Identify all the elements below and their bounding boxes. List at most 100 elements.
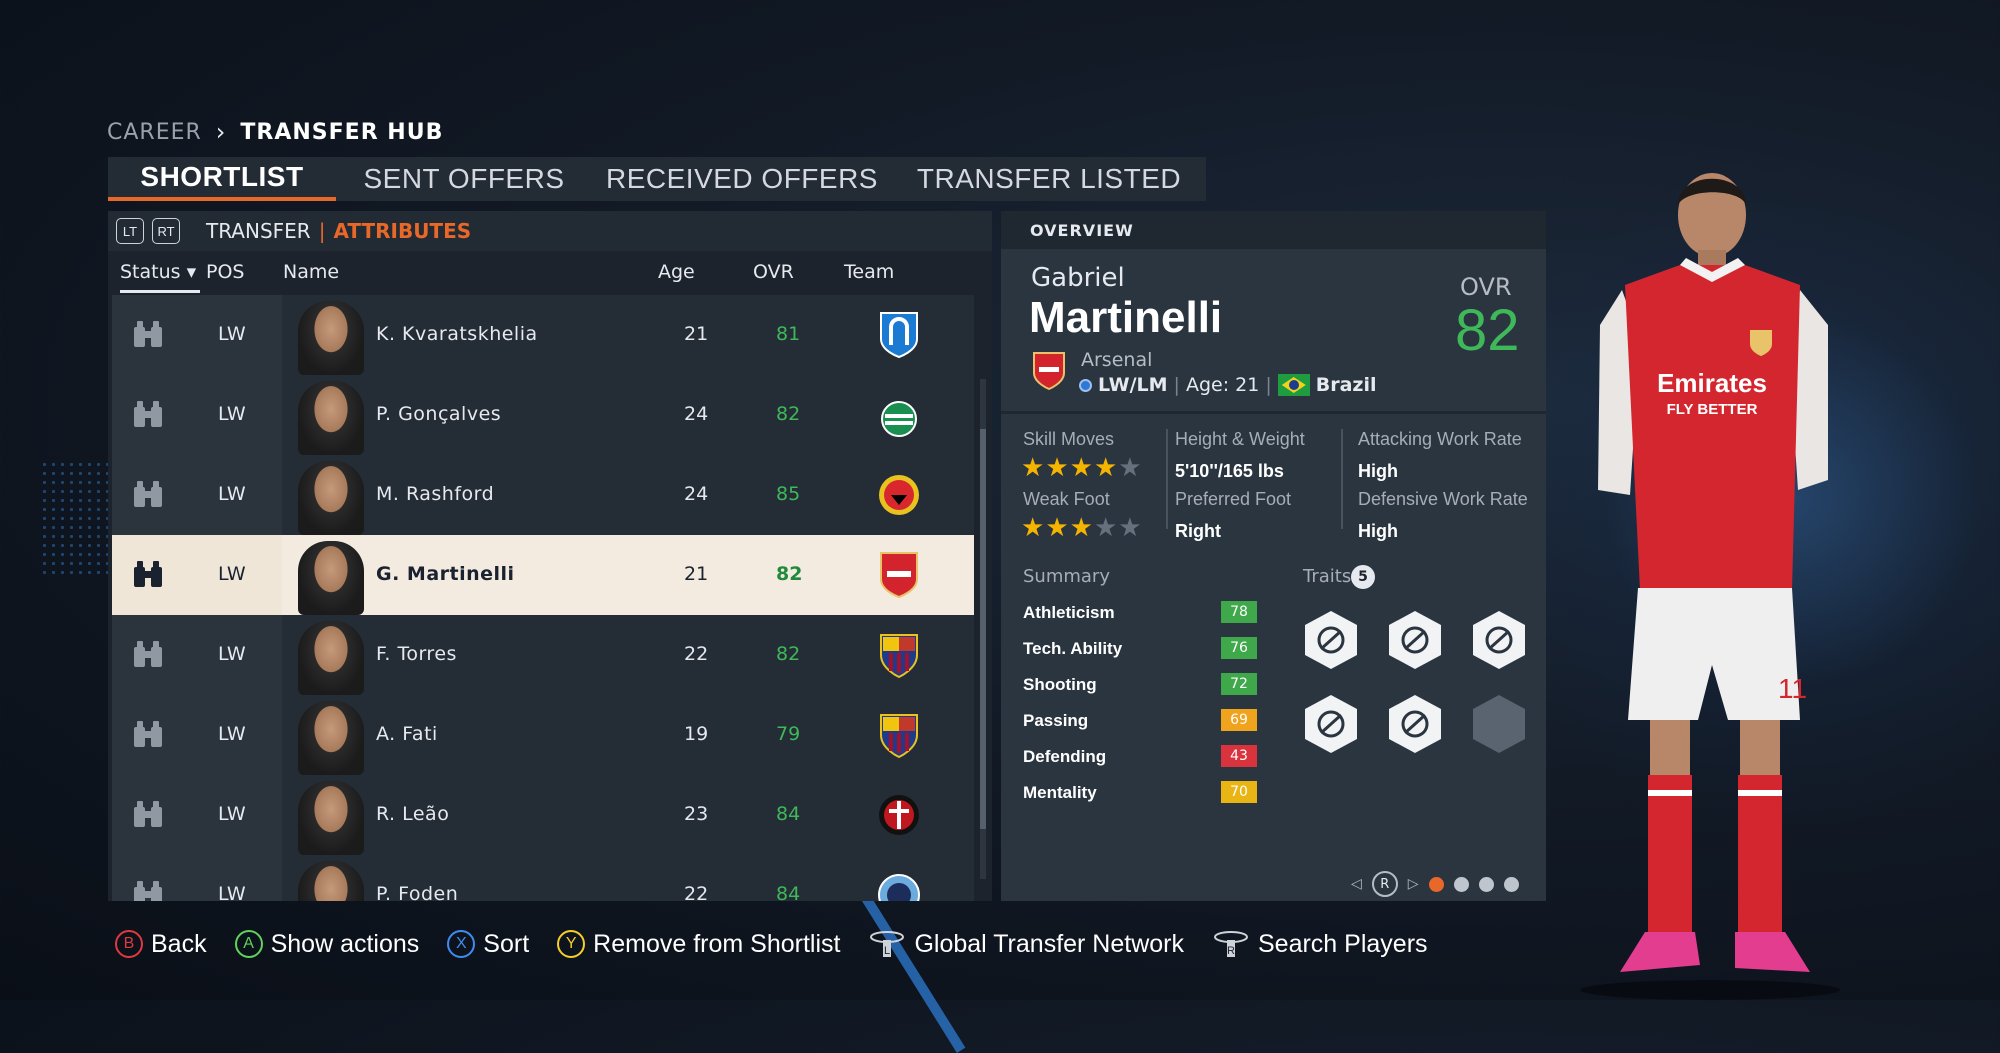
speed-dribbler-trait-icon[interactable] <box>1471 609 1527 671</box>
column-pos[interactable]: POS <box>206 261 244 283</box>
player-age: 24 <box>684 403 709 425</box>
player-name: M. Rashford <box>376 483 495 505</box>
pager-left-icon[interactable]: ◁ <box>1351 876 1362 892</box>
weak-foot-stars: ★★★★★ <box>1021 513 1143 543</box>
empty-trait-slot-icon[interactable] <box>1471 693 1527 755</box>
player-name: K. Kvaratskhelia <box>376 323 538 345</box>
view-divider: | <box>318 219 326 243</box>
column-age[interactable]: Age <box>658 261 695 283</box>
flair-trait-icon[interactable] <box>1387 609 1443 671</box>
rt-trigger-icon[interactable]: RT <box>152 218 180 244</box>
finesse-shot-trait-icon[interactable] <box>1303 609 1359 671</box>
tab-shortlist[interactable]: SHORTLIST <box>108 157 336 201</box>
attr-divider <box>1166 429 1168 529</box>
player-row[interactable]: LW F. Torres 22 82 <box>112 615 974 695</box>
player-row[interactable]: LW K. Kvaratskhelia 21 81 <box>112 295 974 375</box>
list-scrollbar[interactable] <box>980 379 986 879</box>
meta-divider: | <box>1173 374 1180 396</box>
right-stick-letter: R <box>1227 945 1235 957</box>
player-avatar <box>298 861 364 901</box>
player-row[interactable]: LW P. Foden 22 84 <box>112 855 974 901</box>
scrollbar-thumb[interactable] <box>980 429 986 829</box>
left-stick-letter: L <box>884 945 890 957</box>
column-team[interactable]: Team <box>844 261 894 283</box>
player-row[interactable]: LW A. Fati 19 79 <box>112 695 974 775</box>
b-button-icon: B <box>115 930 143 958</box>
attr-divider <box>1341 429 1343 529</box>
stat-name: Shooting <box>1023 675 1097 694</box>
team-crest-icon <box>877 871 921 901</box>
player-avatar <box>298 621 364 695</box>
player-position: LW <box>218 803 246 825</box>
lt-trigger-icon[interactable]: LT <box>116 218 144 244</box>
pager-dot[interactable] <box>1503 876 1519 892</box>
player-name: R. Leão <box>376 803 450 825</box>
column-status[interactable]: Status ▾ <box>120 261 200 293</box>
star-icon: ★ <box>1045 453 1070 483</box>
svg-text:11: 11 <box>1778 673 1807 704</box>
chip-shot-trait-icon[interactable] <box>1387 693 1443 755</box>
binoculars-icon <box>132 881 164 901</box>
pager-dot[interactable] <box>1453 876 1469 892</box>
background-stripe <box>861 895 966 1053</box>
player-position: LW <box>218 563 246 585</box>
player-model-image: Emirates FLY BETTER 11 <box>1580 173 1840 1000</box>
power-header-trait-icon[interactable] <box>1303 693 1359 755</box>
column-name[interactable]: Name <box>283 261 339 283</box>
tab-transfer-listed[interactable]: TRANSFER LISTED <box>892 157 1206 201</box>
team-crest-icon <box>877 471 921 519</box>
player-age: 22 <box>684 883 709 901</box>
player-ovr: 82 <box>776 403 801 425</box>
tab-received-offers[interactable]: RECEIVED OFFERS <box>592 157 892 201</box>
pager-right-icon[interactable]: ▷ <box>1408 876 1419 892</box>
stat-value-badge: 43 <box>1221 745 1257 767</box>
player-position: LW <box>218 323 246 345</box>
player-avatar <box>298 781 364 855</box>
star-icon: ★ <box>1069 513 1094 543</box>
x-button-icon: X <box>447 930 476 958</box>
global-transfer-network-action[interactable]: L Global Transfer Network <box>868 928 1184 960</box>
attacking-work-rate-label: Attacking Work Rate <box>1358 429 1522 449</box>
player-name: G. Martinelli <box>376 563 515 585</box>
player-age: 21 <box>684 563 709 585</box>
position-dot-icon <box>1079 378 1092 392</box>
binoculars-icon <box>132 721 164 753</box>
team-crest-icon <box>877 391 921 439</box>
player-ovr: 84 <box>776 803 801 825</box>
breadcrumb-career[interactable]: CAREER <box>107 120 202 145</box>
player-position: LW <box>218 883 246 901</box>
player-nationality: Brazil <box>1315 374 1377 396</box>
player-row[interactable]: LW G. Martinelli 21 82 <box>112 535 974 615</box>
player-avatar <box>298 701 364 775</box>
ovr-rating: 82 <box>1455 298 1520 363</box>
star-icon: ★ <box>1021 453 1046 483</box>
team-crest-icon <box>877 311 921 359</box>
sort-action[interactable]: X Sort <box>447 930 529 959</box>
tab-sent-offers[interactable]: SENT OFFERS <box>336 157 592 201</box>
view-attributes[interactable]: ATTRIBUTES <box>333 219 471 243</box>
traits-count-badge: 5 <box>1351 565 1375 589</box>
remove-from-shortlist-action[interactable]: Y Remove from Shortlist <box>557 930 840 959</box>
view-transfer[interactable]: TRANSFER <box>206 219 311 243</box>
column-ovr[interactable]: OVR <box>753 261 794 283</box>
weak-foot-label: Weak Foot <box>1023 489 1110 509</box>
player-ovr: 79 <box>776 723 801 745</box>
shortlist-panel: LT RT TRANSFER | ATTRIBUTES Status ▾ POS… <box>108 211 992 901</box>
preferred-foot-value: Right <box>1175 521 1221 541</box>
pager-dot[interactable] <box>1478 876 1494 892</box>
search-players-action[interactable]: R Search Players <box>1212 928 1428 960</box>
binoculars-icon <box>132 561 164 593</box>
player-row[interactable]: LW M. Rashford 24 85 <box>112 455 974 535</box>
tab-bar: SHORTLIST SENT OFFERS RECEIVED OFFERS TR… <box>108 157 1206 201</box>
action-label: Show actions <box>270 929 420 958</box>
stat-name: Tech. Ability <box>1023 639 1123 658</box>
star-icon: ★ <box>1069 453 1094 483</box>
player-row[interactable]: LW P. Gonçalves 24 82 <box>112 375 974 455</box>
r-stick-icon[interactable]: R <box>1371 871 1398 897</box>
player-row[interactable]: LW R. Leão 23 84 <box>112 775 974 855</box>
back-action[interactable]: B Back <box>115 930 207 959</box>
pager-dot[interactable] <box>1428 876 1444 892</box>
team-crest-icon <box>877 791 921 839</box>
show-actions-action[interactable]: A Show actions <box>234 929 420 959</box>
team-crest-icon <box>877 711 921 759</box>
